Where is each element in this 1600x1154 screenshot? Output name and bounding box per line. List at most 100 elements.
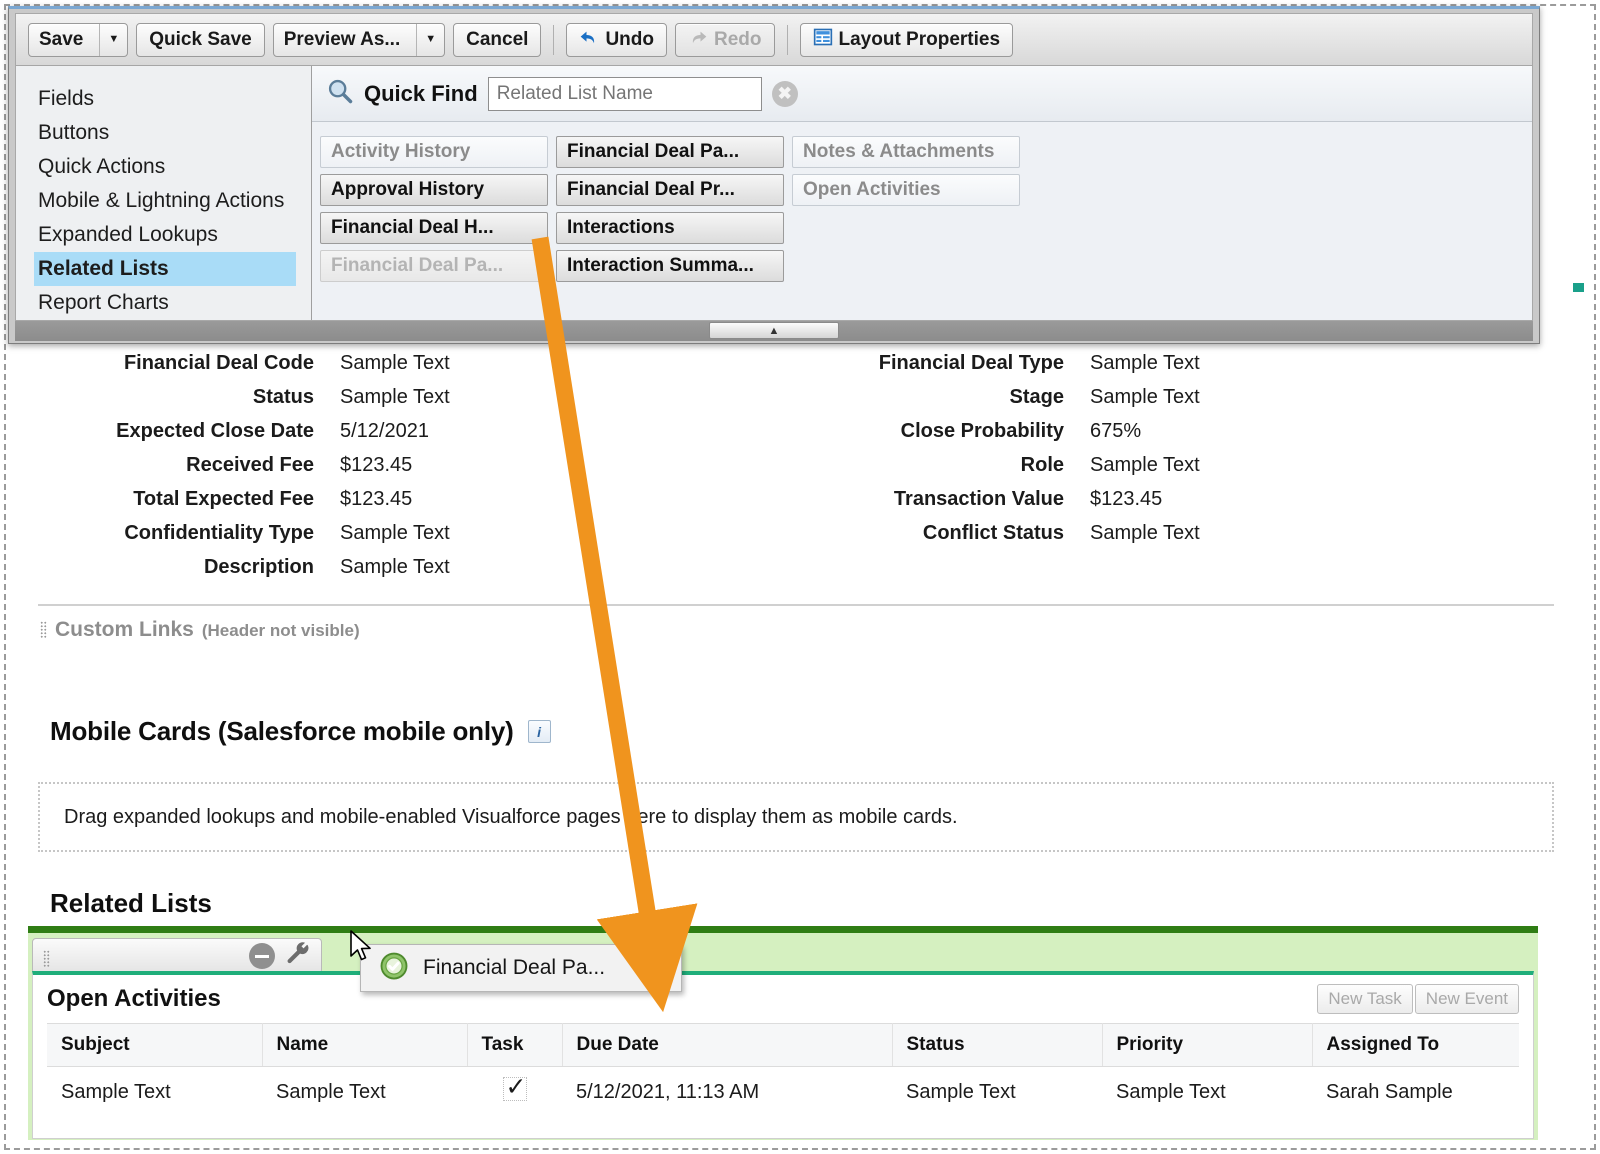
sidebar-item-quick-actions[interactable]: Quick Actions bbox=[16, 150, 311, 184]
action-button-new-event[interactable]: New Event bbox=[1415, 984, 1519, 1014]
sidebar-item-buttons[interactable]: Buttons bbox=[16, 116, 311, 150]
detail-fields-area: Financial Deal CodeSample Text StatusSamp… bbox=[0, 344, 1600, 614]
detail-field-row[interactable]: Expected Close Date5/12/2021 bbox=[40, 420, 560, 443]
remove-icon[interactable] bbox=[249, 943, 275, 969]
undo-button[interactable]: Undo bbox=[566, 23, 667, 57]
detail-field-value: 675% bbox=[1090, 420, 1141, 443]
save-button[interactable]: Save ▼ bbox=[28, 23, 128, 57]
palette-tile[interactable]: Open Activities bbox=[792, 174, 1020, 206]
cell-assigned-to: Sarah Sample bbox=[1312, 1067, 1519, 1118]
palette-tile[interactable]: Financial Deal Pr... bbox=[556, 174, 784, 206]
quick-save-button[interactable]: Quick Save bbox=[136, 23, 264, 57]
sidebar-item-fields[interactable]: Fields bbox=[16, 82, 311, 116]
open-activities-title: Open Activities bbox=[47, 985, 221, 1013]
detail-field-value: Sample Text bbox=[340, 386, 450, 409]
detail-field-row[interactable]: Financial Deal CodeSample Text bbox=[40, 352, 560, 375]
palette-inner: Save ▼ Quick Save Preview As... ▼ Cancel bbox=[15, 13, 1533, 321]
info-icon[interactable]: i bbox=[528, 720, 551, 743]
cancel-button[interactable]: Cancel bbox=[453, 23, 541, 57]
palette-tile[interactable]: Financial Deal Pa... bbox=[556, 136, 784, 168]
detail-field-row[interactable]: Total Expected Fee$123.45 bbox=[40, 488, 560, 511]
column-header: Due Date bbox=[562, 1024, 892, 1067]
column-header: Priority bbox=[1102, 1024, 1312, 1067]
action-button-new-task[interactable]: New Task bbox=[1317, 984, 1412, 1014]
palette-main: Quick Find ✖ Activity HistoryFinancial D… bbox=[312, 66, 1532, 320]
related-list-toolstrip[interactable] bbox=[32, 938, 322, 974]
wrench-icon[interactable] bbox=[285, 941, 311, 972]
save-dropdown-caret[interactable]: ▼ bbox=[99, 24, 127, 56]
detail-field-row[interactable]: DescriptionSample Text bbox=[40, 556, 560, 579]
sidebar-item-mobile-lightning-actions[interactable]: Mobile & Lightning Actions bbox=[16, 184, 311, 218]
detail-field-row[interactable]: Financial Deal TypeSample Text bbox=[790, 352, 1310, 375]
column-header: Task bbox=[467, 1024, 562, 1067]
preview-as-button-label: Preview As... bbox=[274, 29, 411, 51]
palette-tile[interactable]: Approval History bbox=[320, 174, 548, 206]
detail-field-value: Sample Text bbox=[340, 522, 450, 545]
mobile-cards-heading: Mobile Cards (Salesforce mobile only) i bbox=[50, 716, 551, 747]
open-activities-actions: New TaskNew Event bbox=[1317, 984, 1519, 1014]
detail-field-label: Confidentiality Type bbox=[40, 522, 340, 545]
detail-field-row[interactable]: RoleSample Text bbox=[790, 454, 1310, 477]
detail-field-label: Conflict Status bbox=[790, 522, 1090, 545]
detail-field-value: $123.45 bbox=[340, 488, 412, 511]
palette-tile[interactable]: Activity History bbox=[320, 136, 548, 168]
table-header-row: SubjectNameTaskDue DateStatusPriorityAss… bbox=[47, 1024, 1519, 1067]
sidebar-item-expanded-lookups[interactable]: Expanded Lookups bbox=[16, 218, 311, 252]
sidebar-item-label: Fields bbox=[38, 87, 94, 110]
layout-properties-icon bbox=[813, 27, 833, 53]
related-lists-heading: Related Lists bbox=[50, 888, 212, 919]
palette-body: Fields Buttons Quick Actions Mobile & Light… bbox=[16, 66, 1532, 320]
drop-allowed-icon bbox=[379, 951, 409, 986]
section-divider bbox=[38, 604, 1554, 606]
teal-marker bbox=[1573, 283, 1584, 292]
palette-tile[interactable]: Notes & Attachments bbox=[792, 136, 1020, 168]
quick-find-input[interactable] bbox=[488, 77, 762, 111]
layout-properties-button[interactable]: Layout Properties bbox=[800, 23, 1014, 57]
toolbar-separator bbox=[787, 25, 788, 55]
sidebar-item-label: Expanded Lookups bbox=[38, 223, 218, 246]
detail-field-row[interactable]: Conflict StatusSample Text bbox=[790, 522, 1310, 545]
palette-tile[interactable]: Financial Deal H... bbox=[320, 212, 548, 244]
related-lists-dropzone[interactable]: Open Activities New TaskNew Event Subjec… bbox=[28, 926, 1538, 1140]
palette-collapse-handle[interactable]: ▲ bbox=[709, 322, 839, 339]
check-icon bbox=[503, 1077, 527, 1101]
detail-field-value: Sample Text bbox=[1090, 454, 1200, 477]
custom-links-section[interactable]: Custom Links (Header not visible) bbox=[40, 618, 360, 642]
detail-field-row[interactable]: StatusSample Text bbox=[40, 386, 560, 409]
sidebar-item-related-lists[interactable]: Related Lists bbox=[34, 252, 296, 286]
detail-field-value: Sample Text bbox=[1090, 522, 1200, 545]
detail-field-row[interactable]: Received Fee$123.45 bbox=[40, 454, 560, 477]
detail-field-row[interactable]: Confidentiality TypeSample Text bbox=[40, 522, 560, 545]
detail-field-value: Sample Text bbox=[1090, 386, 1200, 409]
column-header: Status bbox=[892, 1024, 1102, 1067]
palette-tile[interactable]: Interaction Summa... bbox=[556, 250, 784, 282]
detail-field-label: Financial Deal Type bbox=[790, 352, 1090, 375]
palette-tile[interactable]: Interactions bbox=[556, 212, 784, 244]
preview-as-dropdown-caret[interactable]: ▼ bbox=[416, 24, 444, 56]
sidebar-item-report-charts[interactable]: Report Charts bbox=[16, 286, 311, 320]
preview-as-button[interactable]: Preview As... ▼ bbox=[273, 23, 445, 57]
column-header: Assigned To bbox=[1312, 1024, 1519, 1067]
mobile-cards-title: Mobile Cards (Salesforce mobile only) bbox=[50, 716, 514, 747]
sidebar-item-label: Quick Actions bbox=[38, 155, 165, 178]
drag-grip-icon[interactable] bbox=[40, 621, 47, 638]
palette-tile[interactable]: Financial Deal Pa... bbox=[320, 250, 548, 282]
detail-field-value: Sample Text bbox=[1090, 352, 1200, 375]
quick-save-button-label: Quick Save bbox=[149, 29, 251, 51]
clear-icon[interactable]: ✖ bbox=[772, 81, 798, 107]
quick-find-label: Quick Find bbox=[364, 81, 478, 107]
undo-button-label: Undo bbox=[605, 29, 654, 51]
detail-field-row[interactable]: Transaction Value$123.45 bbox=[790, 488, 1310, 511]
cell-priority: Sample Text bbox=[1102, 1067, 1312, 1118]
detail-field-row[interactable]: StageSample Text bbox=[790, 386, 1310, 409]
mobile-cards-dropzone[interactable]: Drag expanded lookups and mobile-enabled… bbox=[38, 782, 1554, 852]
redo-button[interactable]: Redo bbox=[675, 23, 775, 57]
sidebar-item-label: Mobile & Lightning Actions bbox=[38, 189, 284, 212]
related-list-palette-grid: Activity HistoryFinancial Deal Pa...Note… bbox=[312, 122, 1532, 282]
detail-field-label: Expected Close Date bbox=[40, 420, 340, 443]
detail-field-label: Role bbox=[790, 454, 1090, 477]
detail-field-row[interactable]: Close Probability675% bbox=[790, 420, 1310, 443]
detail-field-label: Stage bbox=[790, 386, 1090, 409]
drag-grip-icon[interactable] bbox=[43, 950, 50, 967]
palette-splitter[interactable]: ▲ bbox=[15, 321, 1533, 341]
